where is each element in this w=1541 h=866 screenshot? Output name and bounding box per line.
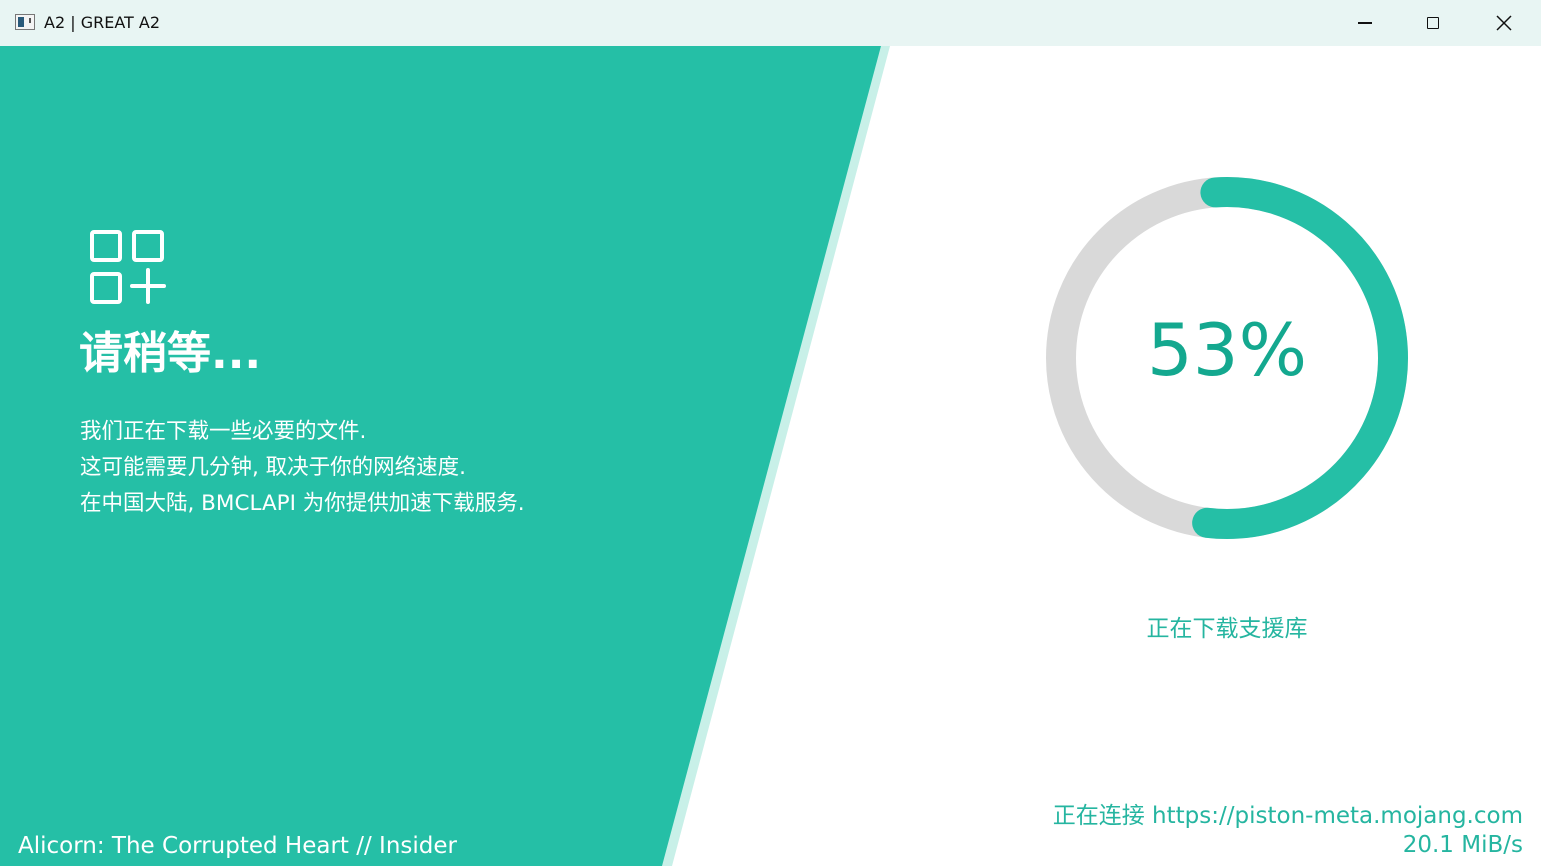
- app-window-icon: [15, 14, 35, 30]
- close-icon: [1496, 15, 1512, 31]
- apps-add-icon: [90, 230, 166, 304]
- close-button[interactable]: [1469, 0, 1539, 46]
- download-status: 正在下载支援库: [1146, 616, 1308, 642]
- maximize-icon: [1427, 17, 1439, 29]
- loading-title: 请稍等...: [79, 328, 262, 379]
- loading-description: 我们正在下载一些必要的文件. 这可能需要几分钟, 取决于你的网络速度. 在中国大…: [80, 414, 525, 522]
- window-title: A2 | GREAT A2: [44, 13, 160, 32]
- minimize-button[interactable]: [1330, 0, 1400, 46]
- description-line: 这可能需要几分钟, 取决于你的网络速度.: [80, 455, 467, 480]
- app-window: A2 | GREAT A2 请稍等... 我们正在下载一些必要的文件. 这可能需…: [0, 0, 1541, 866]
- maximize-button[interactable]: [1398, 0, 1468, 46]
- minimize-icon: [1358, 22, 1372, 24]
- description-line: 在中国大陆, BMCLAPI 为你提供加速下载服务.: [80, 491, 525, 516]
- progress-percentage: 53%: [1146, 308, 1308, 392]
- connection-info: 正在连接 https://piston-meta.mojang.com 20.1…: [1053, 802, 1523, 860]
- app-version-label: Alicorn: The Corrupted Heart // Insider: [18, 833, 457, 859]
- title-bar[interactable]: A2 | GREAT A2: [0, 0, 1541, 46]
- description-line: 我们正在下载一些必要的文件.: [80, 419, 367, 444]
- download-speed: 20.1 MiB/s: [1402, 832, 1523, 858]
- connection-status: 正在连接 https://piston-meta.mojang.com: [1052, 803, 1523, 829]
